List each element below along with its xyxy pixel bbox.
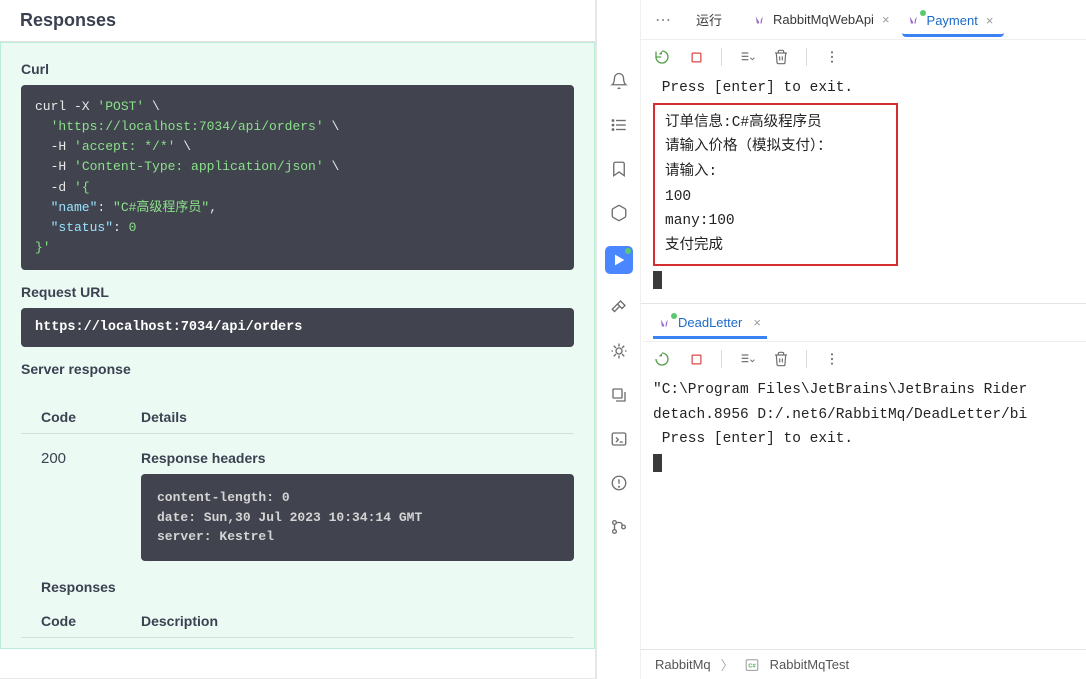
response-headers-box[interactable]: content-length: 0 date: Sun,30 Jul 2023 …	[141, 474, 574, 561]
deadletter-tabs: DeadLetter ×	[643, 304, 1086, 342]
run-label: 运行	[696, 10, 722, 29]
close-icon[interactable]: ×	[753, 315, 761, 330]
responses-title: Responses	[20, 10, 575, 31]
more-icon[interactable]: ⋯	[649, 10, 678, 30]
tab-rabbitmqwebapi[interactable]: RabbitMqWebApi ×	[748, 8, 896, 31]
close-icon[interactable]: ×	[882, 12, 890, 27]
col-description: Description	[141, 613, 218, 629]
git-icon[interactable]	[608, 516, 630, 538]
highlight-box: 订单信息:C#高级程序员请输入价格（模拟支付）：请输入:100many:100支…	[653, 103, 898, 267]
bell-icon[interactable]	[608, 70, 630, 92]
stack-icon[interactable]	[608, 384, 630, 406]
status-code: 200	[41, 450, 141, 561]
curl-label: Curl	[21, 61, 574, 77]
terminal-icon[interactable]	[608, 428, 630, 450]
svg-text:C#: C#	[748, 663, 756, 669]
console-toolbar-2	[641, 342, 1086, 376]
tool-strip	[597, 0, 641, 679]
tab-payment[interactable]: Payment ×	[902, 9, 1005, 37]
table-row: 200 Response headers content-length: 0 d…	[1, 434, 594, 571]
console-toolbar	[641, 40, 1086, 74]
kebab-icon[interactable]	[823, 350, 841, 368]
scroll-icon[interactable]	[738, 350, 756, 368]
breadcrumb: RabbitMq 〉 C# RabbitMqTest	[641, 649, 1086, 679]
run-icon[interactable]	[605, 246, 633, 274]
responses-table-head: Code Description	[21, 603, 574, 638]
rerun-icon[interactable]	[653, 48, 671, 66]
swagger-panel: Responses Curl curl -X 'POST' \ 'https:/…	[0, 0, 596, 679]
list-icon[interactable]	[608, 114, 630, 136]
dotnet-icon	[754, 13, 768, 27]
responses-header: Responses	[0, 0, 595, 42]
hammer-icon[interactable]	[608, 296, 630, 318]
bug-icon[interactable]	[608, 340, 630, 362]
run-tabs-bar: ⋯ 运行 RabbitMqWebApi × Payment ×	[641, 0, 1086, 40]
request-url[interactable]: https://localhost:7034/api/orders	[21, 308, 574, 347]
request-url-label: Request URL	[21, 284, 574, 300]
rerun-icon[interactable]	[653, 350, 671, 368]
tab-deadletter[interactable]: DeadLetter ×	[653, 307, 767, 338]
cursor	[653, 271, 662, 289]
col-code: Code	[41, 409, 141, 425]
payment-console[interactable]: Press [enter] to exit.订单信息:C#高级程序员请输入价格（…	[641, 74, 1086, 303]
stop-icon[interactable]	[687, 350, 705, 368]
crumb-leaf[interactable]: RabbitMqTest	[770, 657, 849, 672]
col-details: Details	[141, 409, 187, 425]
hexagon-icon[interactable]	[608, 202, 630, 224]
trash-icon[interactable]	[772, 48, 790, 66]
dotnet-icon	[659, 316, 673, 330]
crumb-root[interactable]: RabbitMq	[655, 657, 711, 672]
cursor	[653, 454, 662, 472]
csharp-icon: C#	[744, 658, 760, 672]
responses-subheader: Responses	[1, 571, 594, 603]
col-code-2: Code	[41, 613, 141, 629]
deadletter-console[interactable]: "C:\Program Files\JetBrains\JetBrains Ri…	[641, 376, 1086, 487]
bookmark-icon[interactable]	[608, 158, 630, 180]
warning-icon[interactable]	[608, 472, 630, 494]
ide-panel: ⋯ 运行 RabbitMqWebApi × Payment ×	[596, 0, 1086, 679]
server-response-label: Server response	[21, 361, 574, 377]
chevron-right-icon: 〉	[721, 655, 734, 674]
ide-main: ⋯ 运行 RabbitMqWebApi × Payment ×	[641, 0, 1086, 679]
trash-icon[interactable]	[772, 350, 790, 368]
response-table-head: Code Details	[21, 399, 574, 434]
response-headers-label: Response headers	[141, 450, 574, 466]
scroll-icon[interactable]	[738, 48, 756, 66]
dotnet-icon	[908, 13, 922, 27]
close-icon[interactable]: ×	[986, 13, 994, 28]
kebab-icon[interactable]	[823, 48, 841, 66]
stop-icon[interactable]	[687, 48, 705, 66]
curl-code[interactable]: curl -X 'POST' \ 'https://localhost:7034…	[21, 85, 574, 270]
